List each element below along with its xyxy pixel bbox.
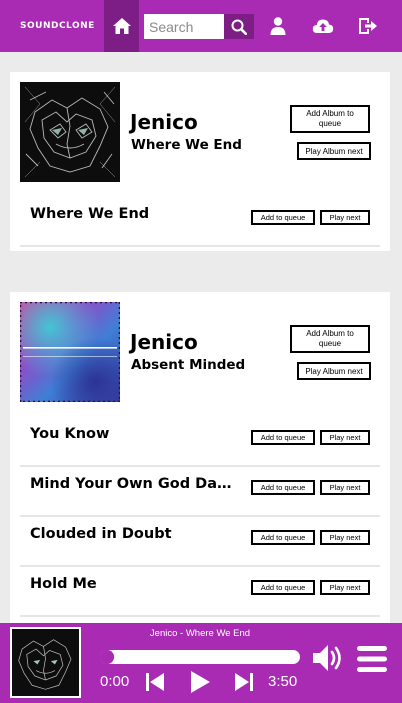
track-title[interactable]: Mind Your Own God Dam... — [30, 476, 240, 492]
play-next-button[interactable]: Play next — [320, 210, 370, 225]
play-album-next-button[interactable]: Play Album next — [297, 362, 371, 380]
track-row[interactable]: Clouded in Doubt Add to queue Play next — [20, 517, 380, 567]
now-playing-title: Jenico - Where We End — [149, 628, 251, 639]
play-next-button[interactable]: Play next — [320, 580, 370, 595]
add-to-queue-button[interactable]: Add to queue — [251, 480, 315, 495]
play-next-button[interactable]: Play next — [320, 480, 370, 495]
album-card: Jenico Where We End Add Album to queue P… — [10, 72, 390, 251]
previous-icon — [146, 673, 164, 691]
home-icon — [112, 18, 131, 34]
play-button[interactable] — [188, 670, 212, 694]
next-icon — [235, 673, 253, 691]
app-logo[interactable]: SOUNDCLONE — [20, 21, 95, 31]
add-to-queue-button[interactable]: Add to queue — [251, 580, 315, 595]
search-icon — [231, 19, 247, 35]
add-to-queue-button[interactable]: Add to queue — [251, 530, 315, 545]
upload-icon — [312, 19, 334, 33]
upload-button[interactable] — [311, 15, 335, 37]
album-cover[interactable] — [18, 300, 122, 404]
player-bar: Jenico - Where We End 0:00 3:50 — [0, 623, 402, 703]
track-row[interactable]: Where We End Add to queue Play next — [20, 197, 380, 247]
track-title[interactable]: Where We End — [30, 206, 240, 222]
track-title[interactable]: Hold Me — [30, 576, 240, 592]
search-input[interactable] — [144, 14, 224, 39]
menu-icon — [357, 646, 387, 672]
current-time: 0:00 — [100, 673, 130, 690]
track-row[interactable]: Hold Me Add to queue Play next — [20, 567, 380, 617]
logout-button[interactable] — [357, 15, 379, 37]
add-to-queue-button[interactable]: Add to queue — [251, 430, 315, 445]
menu-button[interactable] — [356, 645, 388, 673]
volume-icon — [313, 645, 341, 671]
home-button[interactable] — [104, 0, 139, 52]
volume-button[interactable] — [311, 643, 345, 673]
top-bar: SOUNDCLONE — [0, 0, 402, 52]
search-button[interactable] — [224, 14, 254, 39]
album-artist[interactable]: Jenico — [130, 110, 198, 134]
user-icon — [270, 17, 286, 35]
profile-button[interactable] — [267, 15, 289, 37]
total-time: 3:50 — [268, 673, 298, 690]
play-next-button[interactable]: Play next — [320, 430, 370, 445]
album-artist[interactable]: Jenico — [130, 330, 198, 354]
track-title[interactable]: You Know — [30, 426, 240, 442]
track-row[interactable]: Mind Your Own God Dam... Add to queue Pl… — [20, 467, 380, 517]
play-next-button[interactable]: Play next — [320, 530, 370, 545]
next-button[interactable] — [232, 671, 256, 693]
album-card: Jenico Absent Minded Add Album to queue … — [10, 292, 390, 632]
progress-bar[interactable] — [100, 650, 300, 664]
progress-knob[interactable] — [100, 650, 114, 664]
track-title[interactable]: Clouded in Doubt — [30, 526, 240, 542]
play-album-next-button[interactable]: Play Album next — [297, 142, 371, 160]
previous-button[interactable] — [143, 671, 167, 693]
play-icon — [191, 671, 210, 693]
album-title[interactable]: Absent Minded — [131, 357, 245, 373]
add-album-to-queue-button[interactable]: Add Album to queue — [290, 325, 370, 353]
track-row[interactable]: You Know Add to queue Play next — [20, 417, 380, 467]
album-cover[interactable] — [20, 82, 120, 182]
now-playing-cover[interactable] — [10, 627, 81, 698]
logout-icon — [359, 18, 377, 34]
add-to-queue-button[interactable]: Add to queue — [251, 210, 315, 225]
album-title[interactable]: Where We End — [131, 137, 242, 153]
add-album-to-queue-button[interactable]: Add Album to queue — [290, 105, 370, 133]
